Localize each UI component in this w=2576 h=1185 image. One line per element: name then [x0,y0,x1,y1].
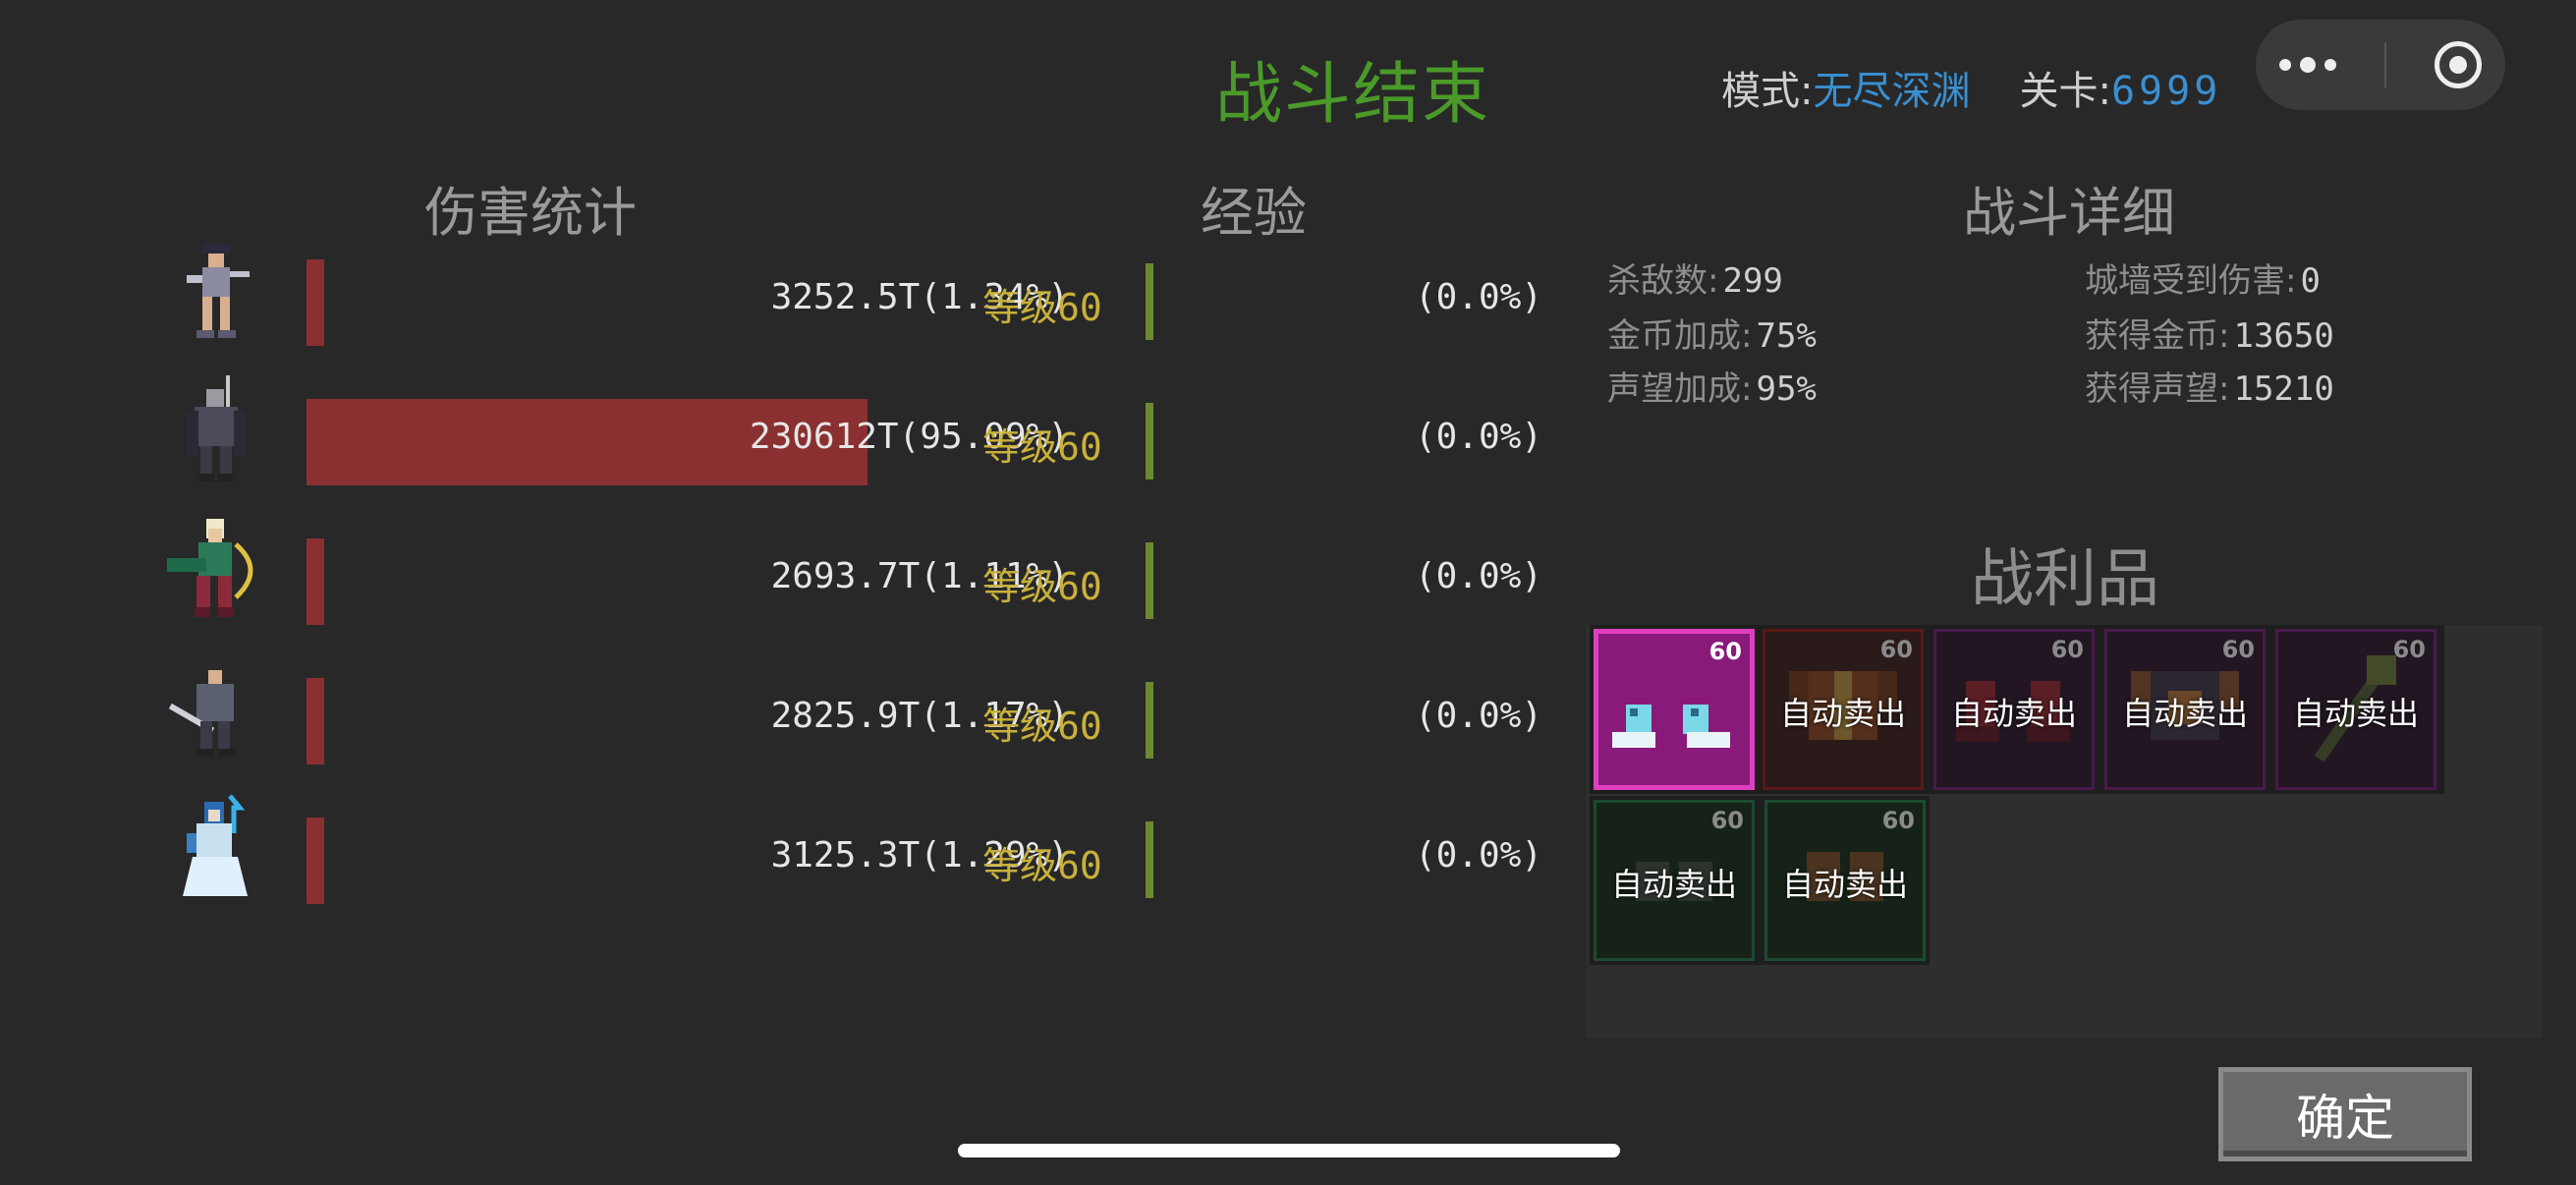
exp-value: (0.0%) [1414,696,1542,736]
auto-sell-label: 自动卖出 [1779,695,1906,732]
more-icon[interactable] [2279,57,2337,73]
loot-level: 60 [2392,636,2426,663]
mode-stage-info: 模式: 无尽深渊 关卡: 6999 [1721,59,2221,116]
stage-label: 关卡: [2019,69,2111,114]
hero-row: 2825.9T(1.17%) 等级60 (0.0%) [157,654,1552,764]
gold-gained-stat: 获得金币: 13650 [2085,316,2334,356]
close-target-icon[interactable] [2434,41,2482,88]
exp-value: (0.0%) [1414,835,1542,875]
loot-level: 60 [1708,638,1742,665]
loot-item[interactable]: 60 [1594,629,1755,790]
confirm-button[interactable]: 确定 [2218,1067,2472,1161]
stage-value: 6999 [2110,69,2222,114]
loot-item[interactable]: 60 自动卖出 [1763,629,1924,790]
hero-row: 3252.5T(1.34%) 等级60 (0.0%) [157,236,1552,346]
loot-level: 60 [2050,636,2084,663]
exp-value: (0.0%) [1414,556,1542,596]
loot-level: 60 [1879,636,1913,663]
loot-item[interactable]: 60 自动卖出 [1764,800,1926,961]
loot-item[interactable]: 60 自动卖出 [2104,629,2266,790]
wall-damage-stat: 城墙受到伤害: 0 [2085,261,2321,301]
loot-level: 60 [1881,807,1915,834]
hero-level: 等级60 [982,844,1102,887]
damage-value: 2693.7T(1.11%) [770,556,1069,596]
hero-row: 2693.7T(1.11%) 等级60 (0.0%) [157,515,1552,625]
hero-row: 230612T(95.09%) 等级60 (0.0%) [157,375,1552,485]
hero-avatar-swordsman [157,654,275,762]
exp-value: (0.0%) [1414,417,1542,457]
exp-value: (0.0%) [1414,277,1542,317]
damage-value: 2825.9T(1.17%) [770,696,1069,736]
loot-item[interactable]: 60 自动卖出 [1594,800,1755,961]
fame-gained-stat: 获得声望: 15210 [2085,369,2334,409]
mode-value: 无尽深渊 [1813,69,1971,114]
hero-avatar-warrior [157,236,275,344]
damage-value: 3125.3T(1.29%) [770,835,1069,875]
loot-level: 60 [1710,807,1744,834]
mini-program-capsule [2256,20,2505,110]
auto-sell-label: 自动卖出 [1950,695,2077,732]
hero-avatar-mage [157,794,275,902]
auto-sell-label: 自动卖出 [2292,695,2419,732]
hero-level: 等级60 [982,705,1102,748]
gold-bonus-stat: 金币加成: 75% [1607,316,1817,356]
loot-level: 60 [2221,636,2255,663]
battle-detail-heading: 战斗详细 [1963,182,2175,244]
damage-value: 3252.5T(1.34%) [770,277,1069,317]
kills-stat: 杀敌数: 299 [1607,261,1783,301]
hero-avatar-archer [157,515,275,623]
auto-sell-label: 自动卖出 [1781,866,1908,903]
loot-heading: 战利品 [1971,543,2159,616]
auto-sell-label: 自动卖出 [1610,866,1737,903]
hero-avatar-knight [157,375,275,483]
home-indicator[interactable] [958,1144,1620,1157]
hero-row: 3125.3T(1.29%) 等级60 (0.0%) [157,794,1552,904]
battle-end-title: 战斗结束 [1215,56,1491,134]
hero-level: 等级60 [982,425,1102,469]
fame-bonus-stat: 声望加成: 95% [1607,369,1817,409]
loot-item[interactable]: 60 自动卖出 [1933,629,2095,790]
hero-level: 等级60 [982,286,1102,329]
loot-item[interactable]: 60 自动卖出 [2275,629,2436,790]
hero-level: 等级60 [982,565,1102,608]
auto-sell-label: 自动卖出 [2121,695,2248,732]
mode-label: 模式: [1721,69,1814,114]
damage-value: 230612T(95.09%) [749,417,1069,457]
